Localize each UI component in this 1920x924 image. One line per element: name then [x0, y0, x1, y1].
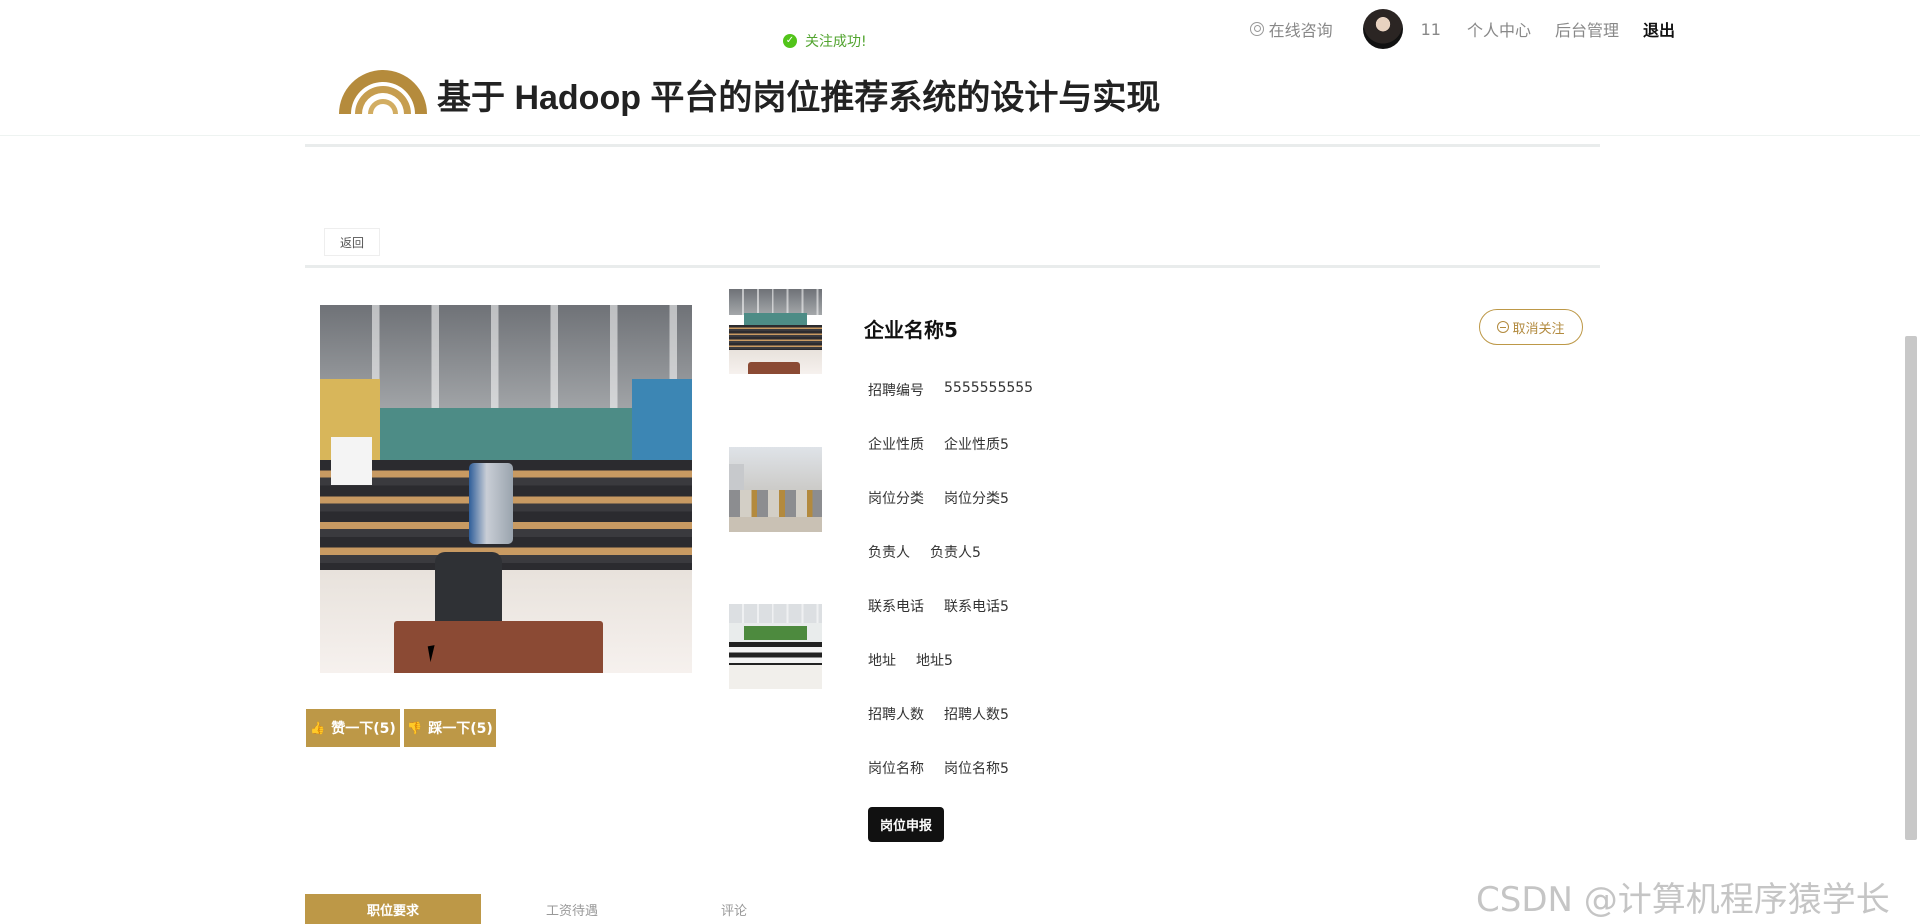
- admin-link[interactable]: 后台管理: [1555, 17, 1619, 41]
- field-row: 招聘人数 招聘人数5: [868, 704, 1009, 724]
- field-label: 联系电话: [868, 599, 924, 615]
- field-label: 负责人: [868, 545, 910, 561]
- dislike-button[interactable]: 👎 踩一下(5): [404, 709, 496, 747]
- field-row: 联系电话 联系电话5: [868, 596, 1009, 616]
- header: ✓ 关注成功! 基于 Hadoop 平台的岗位推荐系统的设计与实现 在线咨询 1…: [0, 0, 1920, 136]
- profile-link[interactable]: 个人中心: [1467, 17, 1531, 41]
- mouse-cursor-icon: [427, 643, 445, 663]
- field-value: 地址5: [916, 653, 953, 669]
- field-row: 岗位分类 岗位分类5: [868, 488, 1009, 508]
- avatar[interactable]: [1362, 9, 1403, 49]
- tab-requirements[interactable]: 职位要求: [305, 894, 481, 924]
- field-value: 企业性质5: [944, 437, 1009, 453]
- field-label: 岗位名称: [868, 761, 924, 777]
- company-name: 企业名称5: [864, 318, 958, 342]
- field-label: 地址: [868, 653, 896, 669]
- divider: [305, 265, 1600, 268]
- field-value: 岗位分类5: [944, 491, 1009, 507]
- field-label: 招聘编号: [868, 383, 924, 399]
- success-toast: ✓ 关注成功!: [783, 31, 867, 51]
- logout-link[interactable]: 退出: [1643, 17, 1675, 41]
- top-nav: 在线咨询 11 个人中心 后台管理 退出: [1249, 9, 1675, 49]
- field-value: 负责人5: [930, 545, 981, 561]
- site-title: 基于 Hadoop 平台的岗位推荐系统的设计与实现: [437, 79, 1161, 117]
- tab-comments[interactable]: 评论: [646, 894, 822, 924]
- field-row: 负责人 负责人5: [868, 542, 981, 562]
- toast-text: 关注成功!: [805, 34, 867, 50]
- apply-button[interactable]: 岗位申报: [868, 807, 944, 842]
- back-button[interactable]: 返回: [324, 228, 380, 256]
- user-circle-icon: [1249, 22, 1264, 36]
- field-row: 企业性质 企业性质5: [868, 434, 1009, 454]
- like-label: 赞一下(5): [331, 721, 396, 737]
- field-value: 招聘人数5: [944, 707, 1009, 723]
- field-value: 5555555555: [944, 380, 1034, 396]
- tab-salary[interactable]: 工资待遇: [484, 894, 660, 924]
- field-row: 岗位名称 岗位名称5: [868, 758, 1009, 778]
- field-value: 岗位名称5: [944, 761, 1009, 777]
- site-logo: [339, 70, 427, 114]
- user-id: 11: [1420, 19, 1441, 39]
- minus-circle-icon: [1497, 321, 1510, 333]
- main-photo: [320, 305, 692, 673]
- divider: [305, 144, 1600, 147]
- thumbnail-3[interactable]: [729, 604, 822, 689]
- field-value: 联系电话5: [944, 599, 1009, 615]
- field-label: 招聘人数: [868, 707, 924, 723]
- unfollow-label: 取消关注: [1512, 321, 1565, 337]
- thumb-up-icon: 👍: [310, 721, 326, 735]
- like-button[interactable]: 👍 赞一下(5): [306, 709, 400, 747]
- field-row: 地址 地址5: [868, 650, 953, 670]
- field-label: 企业性质: [868, 437, 924, 453]
- online-consult-label: 在线咨询: [1268, 21, 1333, 40]
- scrollbar[interactable]: [1905, 336, 1917, 840]
- check-circle-icon: ✓: [783, 34, 797, 48]
- dislike-label: 踩一下(5): [428, 721, 493, 737]
- unfollow-button[interactable]: 取消关注: [1479, 309, 1583, 345]
- field-label: 岗位分类: [868, 491, 924, 507]
- watermark: CSDN @计算机程序猿学长: [1476, 880, 1890, 920]
- online-consult-link[interactable]: 在线咨询: [1249, 17, 1333, 41]
- field-row: 招聘编号 5555555555: [868, 380, 1033, 400]
- thumbnail-2[interactable]: [729, 447, 822, 532]
- thumb-down-icon: 👎: [407, 721, 423, 735]
- thumbnail-1[interactable]: [729, 289, 822, 374]
